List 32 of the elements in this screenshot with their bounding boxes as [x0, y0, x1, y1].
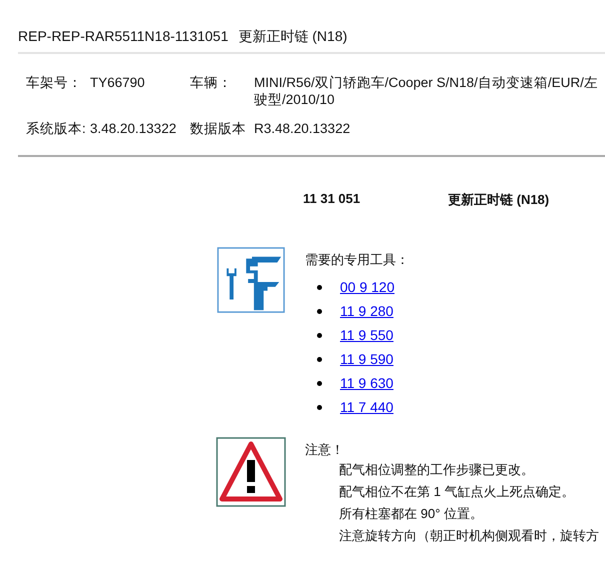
procedure-title: 更新正时链 (N18): [448, 191, 550, 209]
bullet-icon: [317, 308, 322, 314]
caution-heading: 注意！: [305, 441, 345, 459]
tool-link[interactable]: 11 9 550: [340, 327, 394, 343]
info-value: 3.48.20.13322: [90, 120, 178, 137]
info-value: R3.48.20.13322: [254, 120, 352, 137]
tool-link[interactable]: 11 9 590: [340, 351, 394, 367]
warning-icon: [216, 437, 286, 507]
bullet-icon: [317, 284, 322, 290]
wrench-caliper-icon: [216, 247, 286, 315]
tool-link[interactable]: 11 9 280: [340, 303, 394, 319]
procedure-number: 11 31 051: [303, 191, 362, 208]
bullet-icon: [317, 356, 322, 362]
caution-text: 配气相位不在第 1 气缸点火上死点确定。: [339, 483, 576, 501]
bullet-icon: [317, 380, 322, 386]
info-label: 车架号：: [26, 74, 83, 92]
caution-text: 配气相位调整的工作步骤已更改。: [339, 461, 535, 479]
document-title: 更新正时链 (N18): [238, 28, 348, 46]
info-value: MINI/R56/双门轿跑车/Cooper S/N18/自动变速箱/EUR/左 驶型/2010/10: [254, 74, 599, 108]
info-label: 车辆：: [190, 74, 233, 92]
bullet-icon: [317, 332, 322, 338]
caution-text: 注意旋转方向（朝正时机构侧观看时，旋转方: [339, 527, 599, 545]
tool-link[interactable]: 11 7 440: [340, 399, 394, 415]
bullet-icon: [317, 404, 322, 410]
document-code: REP-REP-RAR5511N18-1131051: [18, 28, 228, 46]
caution-text: 所有柱塞都在 90° 位置。: [339, 505, 484, 523]
tool-link[interactable]: 00 9 120: [340, 279, 394, 295]
tools-heading: 需要的专用工具：: [305, 251, 409, 269]
info-label: 数据版本: [190, 120, 247, 137]
info-value: TY66790: [90, 74, 146, 92]
tool-link[interactable]: 11 9 630: [340, 375, 394, 391]
info-label: 系统版本:: [26, 120, 87, 137]
